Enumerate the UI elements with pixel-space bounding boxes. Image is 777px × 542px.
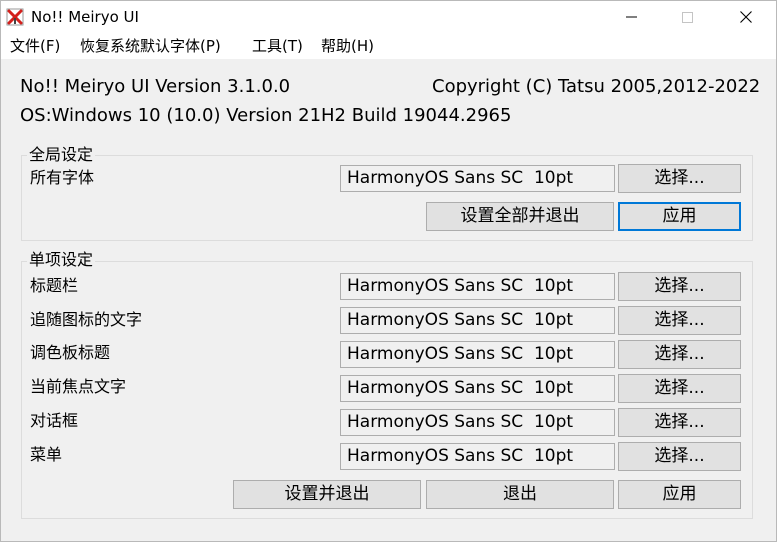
menu-bar: 文件(F) 恢复系统默认字体(P) 工具(T) 帮助(H) <box>1 33 776 59</box>
dialog-choose-button[interactable]: 选择... <box>618 408 741 437</box>
maximize-button[interactable] <box>664 1 710 33</box>
tooltip-text-font-field: HarmonyOS Sans SC 10pt <box>340 375 615 402</box>
menu-choose-button[interactable]: 选择... <box>618 442 741 471</box>
title-bar-font-field: HarmonyOS Sans SC 10pt <box>340 273 615 300</box>
menu-file[interactable]: 文件(F) <box>10 37 60 55</box>
title-bar[interactable]: No!! Meiryo UI <box>1 1 776 33</box>
row-label-title-bar: 标题栏 <box>30 276 79 295</box>
minimize-button[interactable] <box>608 1 654 33</box>
exit-button[interactable]: 退出 <box>426 480 614 509</box>
row-label-palette-title: 调色板标题 <box>30 343 111 362</box>
global-settings-title: 全局设定 <box>27 145 96 165</box>
all-fonts-label: 所有字体 <box>30 168 95 187</box>
main-window: No!! Meiryo UI 文件(F) 恢复系统默认字体(P) 工具(T) 帮… <box>0 0 777 542</box>
row-label-icon-text: 追随图标的文字 <box>30 310 143 329</box>
title-bar-choose-button[interactable]: 选择... <box>618 272 741 301</box>
close-button[interactable] <box>723 1 769 33</box>
icon-text-font-field: HarmonyOS Sans SC 10pt <box>340 307 615 334</box>
tooltip-text-choose-button[interactable]: 选择... <box>618 374 741 403</box>
single-settings-title: 单项设定 <box>27 250 96 270</box>
single-apply-button[interactable]: 应用 <box>618 480 741 509</box>
palette-title-choose-button[interactable]: 选择... <box>618 340 741 369</box>
all-fonts-choose-button[interactable]: 选择... <box>618 164 741 193</box>
menu-help[interactable]: 帮助(H) <box>321 37 374 55</box>
set-and-exit-button[interactable]: 设置并退出 <box>233 480 421 509</box>
menu-font-field: HarmonyOS Sans SC 10pt <box>340 443 615 470</box>
app-icon <box>6 8 24 26</box>
os-info-text: OS:Windows 10 (10.0) Version 21H2 Build … <box>20 105 512 126</box>
menu-tools[interactable]: 工具(T) <box>252 37 303 55</box>
all-fonts-field: HarmonyOS Sans SC 10pt <box>340 165 615 192</box>
copyright-text: Copyright (C) Tatsu 2005,2012-2022 <box>432 76 761 97</box>
menu-restore-default-font[interactable]: 恢复系统默认字体(P) <box>80 37 221 55</box>
window-title: No!! Meiryo UI <box>31 8 139 26</box>
version-text: No!! Meiryo UI Version 3.1.0.0 <box>20 76 291 97</box>
row-label-tooltip-text: 当前焦点文字 <box>30 377 127 396</box>
maximize-icon <box>681 11 693 23</box>
close-icon <box>740 11 752 23</box>
dialog-font-field: HarmonyOS Sans SC 10pt <box>340 409 615 436</box>
global-apply-button[interactable]: 应用 <box>618 202 741 231</box>
palette-title-font-field: HarmonyOS Sans SC 10pt <box>340 341 615 368</box>
row-label-menu: 菜单 <box>30 445 63 464</box>
minimize-icon <box>625 16 637 18</box>
set-all-and-exit-button[interactable]: 设置全部并退出 <box>426 202 614 231</box>
icon-text-choose-button[interactable]: 选择... <box>618 306 741 335</box>
row-label-dialog: 对话框 <box>30 411 79 430</box>
